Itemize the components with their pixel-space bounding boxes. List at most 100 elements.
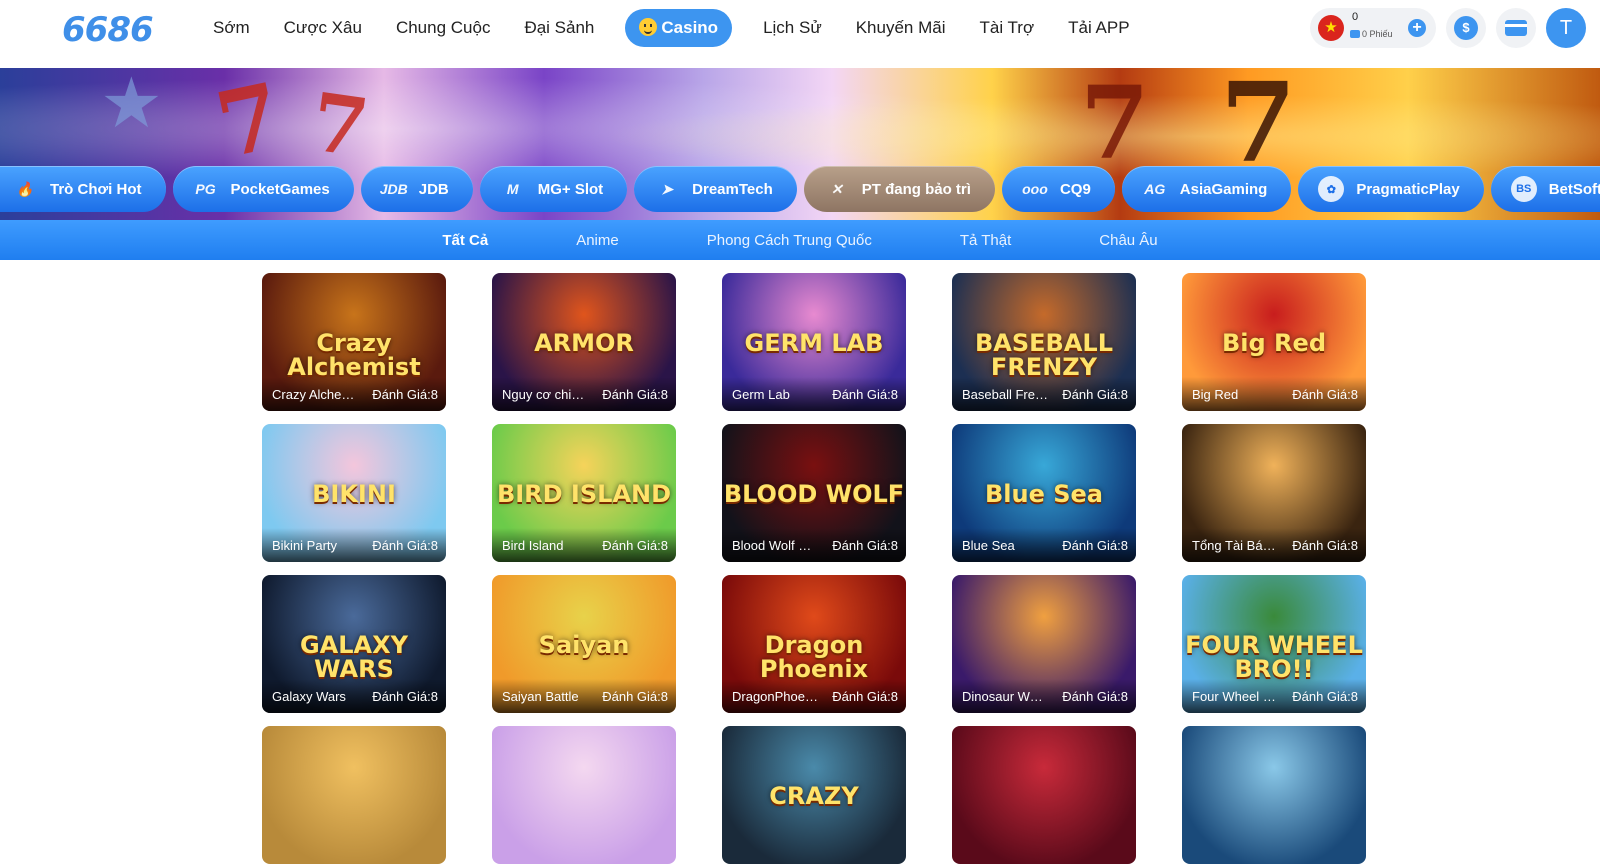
category-tab-4[interactable]: Châu Âu — [1055, 232, 1201, 249]
game-card[interactable]: Blue Sea Blue Sea Đánh Giá:8 — [952, 424, 1136, 562]
money-bag-icon: $ — [1454, 16, 1478, 40]
game-card[interactable]: BIRD ISLAND Bird Island Đánh Giá:8 — [492, 424, 676, 562]
game-card[interactable] — [1182, 726, 1366, 864]
game-name: Saiyan Battle — [502, 689, 579, 704]
provider-button-2[interactable]: JDB JDB — [360, 166, 473, 212]
nav-item-6[interactable]: Khuyến Mãi — [839, 9, 963, 47]
banner-star-icon: ★ — [100, 68, 163, 142]
nav-item-0[interactable]: Sớm — [196, 9, 267, 47]
pg-logo-icon: PG — [195, 181, 216, 197]
pt-logo-icon: ✕ — [830, 180, 843, 197]
nav-item-label: Khuyến Mãi — [855, 18, 946, 37]
game-card[interactable]: Dinosaur World Đánh Giá:8 — [952, 575, 1136, 713]
game-card[interactable]: Dragon Phoenix DragonPhoenixProsper Đánh G… — [722, 575, 906, 713]
mg-logo-icon: M — [506, 181, 519, 197]
ticket-icon — [1350, 30, 1360, 38]
game-card[interactable]: Saiyan Saiyan Battle Đánh Giá:8 — [492, 575, 676, 713]
provider-button-8[interactable]: ✿ PragmaticPlay — [1298, 166, 1484, 212]
game-rating: Đánh Giá:8 — [1292, 538, 1358, 553]
user-avatar[interactable]: T — [1546, 8, 1586, 48]
provider-button-3[interactable]: M MG+ Slot — [479, 166, 628, 212]
game-title-art: BLOOD WOLF — [723, 480, 905, 508]
game-card[interactable]: BLOOD WOLF Blood Wolf Legend Đánh Giá:8 — [722, 424, 906, 562]
game-title-art: ARMOR — [534, 329, 634, 357]
betsoft-logo-icon: BS — [1510, 176, 1537, 202]
provider-bar: 🔥 Trò Chơi Hot PG PocketGames JDB JDB M MG+ Slo… — [0, 166, 1600, 212]
provider-label: Trò Chơi Hot — [50, 180, 142, 198]
nav-item-label: Lịch Sử — [763, 18, 822, 37]
provider-button-9[interactable]: BS BetSoft — [1490, 166, 1600, 212]
game-card[interactable]: FOUR WHEEL BRO!! Four Wheel Bro Đánh Giá:8 — [1182, 575, 1366, 713]
provider-label: CQ9 — [1059, 180, 1091, 198]
game-name: Dinosaur World — [962, 689, 1048, 704]
game-card[interactable]: BASEBALL FRENZY Baseball Frenzy Đánh Giá:8 — [952, 273, 1136, 411]
game-card[interactable]: CRAZY — [722, 726, 906, 864]
nav-item-8[interactable]: Tải APP — [1051, 9, 1146, 47]
category-tab-2[interactable]: Phong Cách Trung Quốc — [663, 232, 916, 249]
game-name: Crazy Alchemist — [272, 387, 358, 402]
deposit-button[interactable]: $ — [1446, 8, 1486, 48]
game-card[interactable] — [952, 726, 1136, 864]
game-card[interactable]: ARMOR Nguy cơ chiến giáp Đánh Giá:8 — [492, 273, 676, 411]
category-tab-3[interactable]: Tả Thật — [916, 232, 1055, 249]
game-card[interactable]: Crazy Alchemist Crazy Alchemist Đánh Giá:8 — [262, 273, 446, 411]
game-name: Galaxy Wars — [272, 689, 346, 704]
game-card[interactable]: GERM LAB Germ Lab Đánh Giá:8 — [722, 273, 906, 411]
provider-label: BetSoft — [1548, 180, 1600, 198]
game-card[interactable] — [262, 726, 446, 864]
provider-label: AsiaGaming — [1179, 180, 1268, 198]
category-tab-0[interactable]: Tất Cả — [398, 232, 532, 249]
credit-card-icon — [1505, 20, 1527, 36]
nav-item-label: Sớm — [213, 18, 250, 37]
provider-button-0[interactable]: 🔥 Trò Chơi Hot — [0, 166, 166, 212]
nav-item-3[interactable]: Đại Sảnh — [507, 9, 611, 47]
nav-item-label: Casino — [661, 18, 719, 37]
nav-item-5[interactable]: Lịch Sử — [746, 9, 839, 47]
provider-label: PT đang bảo trì — [861, 180, 971, 198]
dreamtech-logo-icon: ➤ — [661, 180, 674, 197]
game-rating: Đánh Giá:8 — [372, 689, 438, 704]
game-title-art: FOUR WHEEL BRO!! — [1185, 631, 1363, 683]
game-name: Nguy cơ chiến giáp — [502, 387, 588, 402]
game-card[interactable]: BIKINI Bikini Party Đánh Giá:8 — [262, 424, 446, 562]
provider-button-4[interactable]: ➤ DreamTech — [634, 166, 797, 212]
game-rating: Đánh Giá:8 — [832, 387, 898, 402]
add-funds-button[interactable]: + — [1408, 19, 1426, 37]
nav-item-1[interactable]: Cược Xâu — [267, 9, 379, 47]
game-rating: Đánh Giá:8 — [372, 387, 438, 402]
nav-item-label: Đại Sảnh — [524, 18, 595, 37]
provider-label: PocketGames — [230, 180, 330, 198]
provider-button-5[interactable]: ✕ PT đang bảo trì — [803, 166, 995, 212]
game-title-art: BASEBALL FRENZY — [975, 329, 1113, 381]
game-title-art: BIRD ISLAND — [496, 480, 672, 508]
game-name: DragonPhoenixProsper — [732, 689, 818, 704]
card-button[interactable] — [1496, 8, 1536, 48]
provider-label: PragmaticPlay — [1356, 180, 1460, 198]
game-card[interactable] — [492, 726, 676, 864]
nav-item-label: Cược Xâu — [283, 18, 362, 37]
game-thumbnail — [492, 726, 676, 864]
provider-button-7[interactable]: AG AsiaGaming — [1121, 166, 1292, 212]
provider-button-1[interactable]: PG PocketGames — [172, 166, 354, 212]
game-name: Baseball Frenzy — [962, 387, 1048, 402]
game-thumbnail — [1182, 726, 1366, 864]
game-card[interactable]: Big Red Big Red Đánh Giá:8 — [1182, 273, 1366, 411]
banner-seven-icon: 7 — [1080, 68, 1150, 182]
nav-item-label: Tải APP — [1068, 18, 1130, 37]
category-tab-1[interactable]: Anime — [532, 232, 663, 249]
site-logo[interactable]: 6686 — [62, 10, 154, 50]
game-card[interactable]: GALAXY WARS Galaxy Wars Đánh Giá:8 — [262, 575, 446, 713]
smiley-icon — [639, 18, 658, 36]
game-title-art: GALAXY WARS — [299, 631, 409, 683]
nav-item-4[interactable]: Casino — [625, 9, 733, 47]
game-rating: Đánh Giá:8 — [602, 689, 668, 704]
provider-button-6[interactable]: ooo CQ9 — [1001, 166, 1115, 212]
game-card[interactable]: Tổng Tài Bá Đạo Đánh Giá:8 — [1182, 424, 1366, 562]
jdb-logo-icon: JDB — [379, 181, 408, 197]
nav-item-2[interactable]: Chung Cuộc — [379, 9, 508, 47]
wallet-widget[interactable]: ★ 0 0 Phiếu + — [1310, 8, 1436, 48]
nav-item-7[interactable]: Tài Trợ — [963, 9, 1052, 47]
provider-label: MG+ Slot — [537, 180, 604, 198]
ticket-count: 0 Phiếu — [1350, 29, 1393, 39]
game-thumbnail — [952, 726, 1136, 864]
